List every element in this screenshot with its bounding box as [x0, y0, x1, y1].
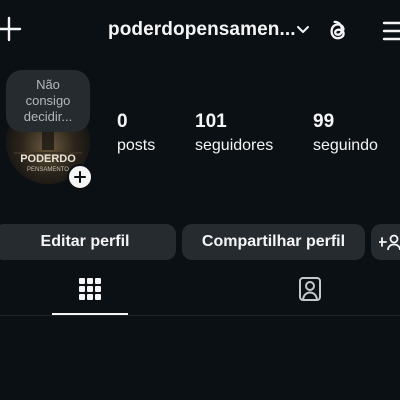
stat-value: 0: [117, 111, 128, 132]
avatar-text-line2: PENSAMENTO: [27, 167, 69, 173]
edit-profile-label: Editar perfil: [40, 233, 130, 250]
plus-icon[interactable]: [0, 14, 22, 44]
stat-value: 101: [195, 111, 227, 132]
share-profile-label: Compartilhar perfil: [201, 233, 346, 250]
stat-label: seguidores: [195, 137, 274, 154]
add-story-button[interactable]: [67, 164, 93, 190]
avatar-text-line1: PODERDO: [20, 153, 76, 165]
note-line-3: decidir...: [23, 109, 73, 124]
threads-icon[interactable]: [324, 17, 352, 45]
stat-label: posts: [117, 137, 156, 154]
stat-posts[interactable]: 0 posts: [117, 111, 155, 155]
plus-icon: [74, 171, 86, 183]
discover-people-button[interactable]: [371, 224, 400, 260]
grid-icon: [79, 278, 101, 300]
tab-tagged[interactable]: [272, 266, 348, 312]
edit-profile-button[interactable]: Editar perfil: [0, 224, 176, 260]
profile-note-bubble[interactable]: Não consigo decidir...: [6, 70, 90, 132]
tab-divider: [0, 315, 400, 316]
tab-grid[interactable]: [52, 266, 128, 312]
stat-value: 99: [313, 111, 335, 132]
share-profile-button[interactable]: Compartilhar perfil: [182, 224, 365, 260]
add-person-icon: [379, 234, 400, 251]
chevron-down-icon[interactable]: [295, 22, 311, 38]
tagged-icon: [299, 277, 321, 301]
stat-label: seguindo: [313, 137, 378, 154]
profile-username[interactable]: poderdopensamen...: [108, 19, 296, 41]
note-line-2: consigo: [25, 93, 71, 108]
stat-followers[interactable]: 101 seguidores: [195, 111, 273, 155]
hamburger-menu-icon[interactable]: [382, 18, 400, 44]
stat-following[interactable]: 99 seguindo: [313, 111, 378, 155]
note-line-1: Não: [36, 77, 60, 92]
